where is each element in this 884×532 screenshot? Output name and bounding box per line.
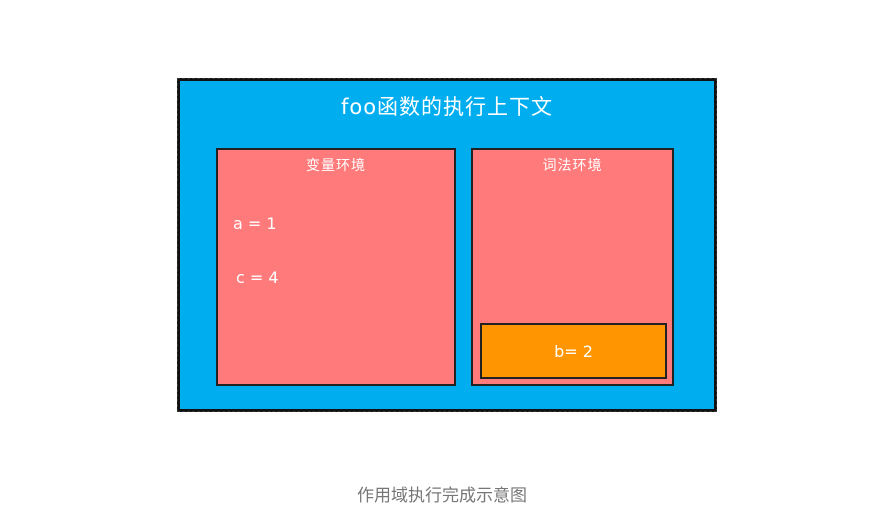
execution-context-box: foo函数的执行上下文 变量环境 a = 1 c = 4 词法环境 b= 2	[177, 78, 717, 412]
execution-context-title: foo函数的执行上下文	[340, 95, 554, 119]
variable-entry-a: a = 1	[233, 214, 277, 233]
block-entry-b: b= 2	[554, 342, 593, 361]
lexical-environment-label: 词法环境	[542, 158, 603, 174]
block-scope-box: b= 2	[480, 323, 667, 379]
figure-caption: 作用域执行完成示意图	[357, 486, 527, 506]
variable-environment-box: 变量环境 a = 1 c = 4	[216, 148, 456, 386]
variable-entry-c: c = 4	[236, 268, 279, 287]
variable-environment-label: 变量环境	[306, 158, 366, 174]
lexical-environment-box: 词法环境 b= 2	[471, 148, 674, 386]
